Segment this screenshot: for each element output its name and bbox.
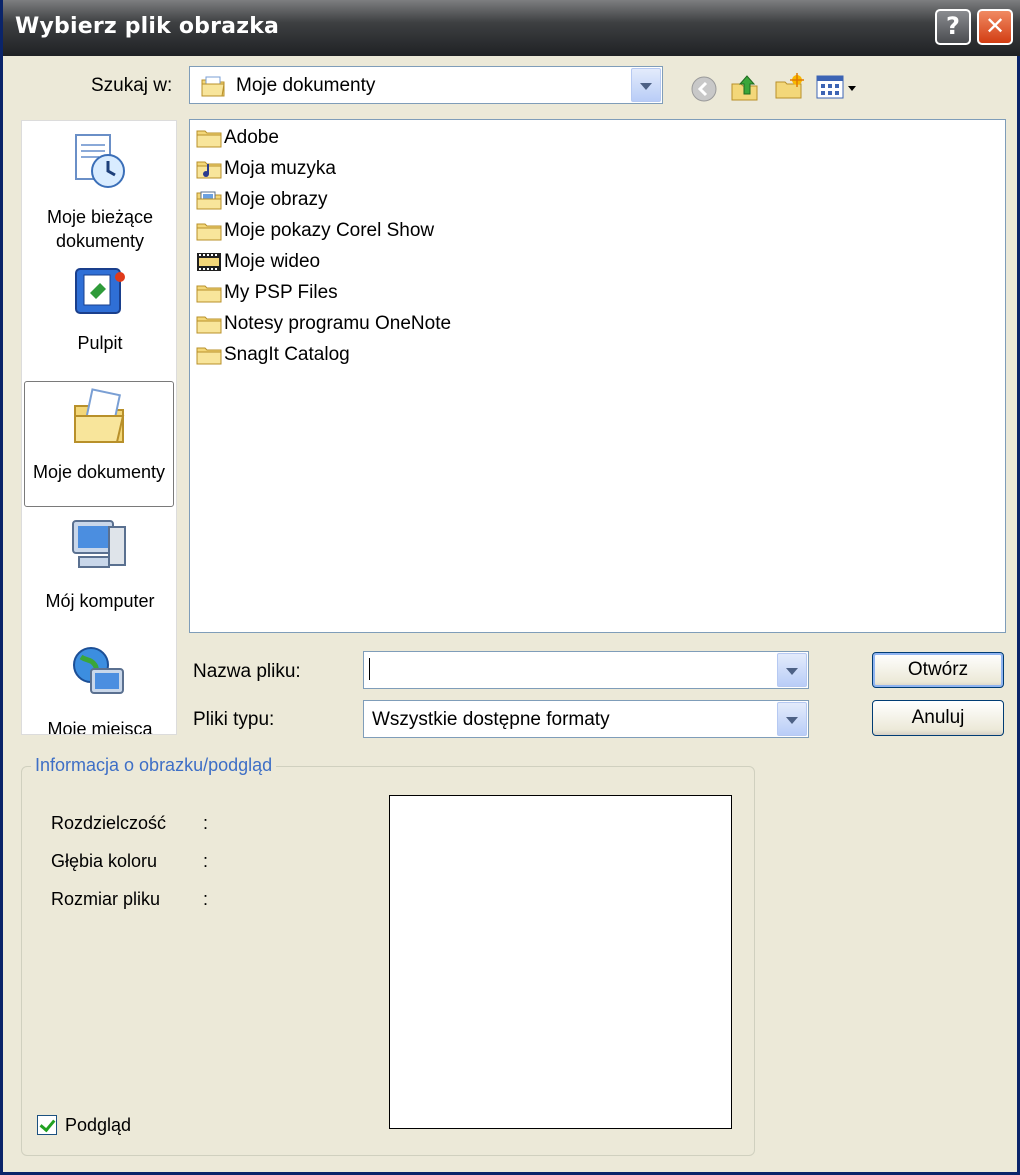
file-size-colon: : bbox=[203, 889, 209, 909]
filename-input[interactable] bbox=[363, 651, 809, 689]
help-button[interactable]: ? bbox=[935, 9, 971, 45]
preview-checkbox[interactable] bbox=[37, 1115, 57, 1135]
music-folder-icon bbox=[196, 159, 222, 179]
file-open-dialog: Wybierz plik obrazka ? ✕ Szukaj w: Moje … bbox=[0, 0, 1020, 1175]
new-folder-icon[interactable] bbox=[773, 72, 805, 108]
file-list[interactable]: Adobe Moja muzyka Moje obrazy Moje pokaz… bbox=[189, 119, 1006, 633]
filetype-value: Wszystkie dostępne formaty bbox=[372, 709, 610, 730]
folder-icon bbox=[196, 345, 222, 365]
image-info-title: Informacja o obrazku/podgląd bbox=[31, 755, 277, 776]
place-label: Mój komputer bbox=[45, 591, 155, 611]
place-my-computer[interactable]: Mój komputer bbox=[22, 517, 176, 613]
file-size-label: Rozmiar pliku bbox=[51, 889, 161, 909]
file-name: Notesy programu OneNote bbox=[224, 313, 452, 334]
chevron-down-icon[interactable] bbox=[631, 68, 661, 102]
file-name: Moje obrazy bbox=[224, 189, 328, 210]
resolution-label: Rozdzielczość bbox=[51, 813, 167, 833]
cancel-button[interactable]: Anuluj bbox=[872, 700, 1004, 736]
file-name: Adobe bbox=[224, 127, 279, 148]
filetype-dropdown[interactable]: Wszystkie dostępne formaty bbox=[363, 700, 809, 738]
folder-icon bbox=[196, 283, 222, 303]
file-name: Moje pokazy Corel Show bbox=[224, 220, 435, 241]
places-bar: Moje bieżące dokumenty Pulpit Moje dokum… bbox=[21, 120, 177, 735]
view-menu-icon[interactable] bbox=[815, 74, 861, 106]
lookin-label: Szukaj w: bbox=[91, 75, 173, 96]
file-name: SnagIt Catalog bbox=[224, 344, 350, 365]
lookin-dropdown[interactable]: Moje dokumenty bbox=[189, 66, 663, 104]
close-button[interactable]: ✕ bbox=[977, 9, 1013, 45]
filename-label: Nazwa pliku: bbox=[193, 661, 301, 682]
place-network[interactable]: Moje miejsca bbox=[22, 645, 176, 735]
recent-documents-icon bbox=[22, 131, 176, 199]
dialog-title: Wybierz plik obrazka bbox=[15, 14, 280, 39]
place-label: Moje miejsca bbox=[47, 719, 153, 735]
place-label: Moje bieżące dokumenty bbox=[46, 207, 154, 251]
desktop-icon bbox=[22, 263, 176, 325]
file-name: My PSP Files bbox=[224, 282, 338, 303]
folder-icon bbox=[196, 314, 222, 334]
chevron-down-icon[interactable] bbox=[777, 702, 807, 736]
chevron-down-icon[interactable] bbox=[777, 653, 807, 687]
video-folder-icon bbox=[196, 252, 222, 272]
resolution-colon: : bbox=[203, 813, 209, 833]
place-recent-documents[interactable]: Moje bieżące dokumenty bbox=[22, 131, 176, 253]
folder-icon bbox=[196, 221, 222, 241]
pictures-folder-icon bbox=[196, 190, 222, 210]
filetype-label: Pliki typu: bbox=[193, 709, 275, 730]
lookin-value: Moje dokumenty bbox=[236, 75, 376, 96]
place-label: Pulpit bbox=[77, 333, 123, 353]
place-label: Moje dokumenty bbox=[32, 462, 166, 482]
my-documents-icon bbox=[25, 388, 173, 454]
open-button[interactable]: Otwórz bbox=[872, 652, 1004, 688]
network-places-icon bbox=[22, 645, 176, 711]
preview-checkbox-label[interactable]: Podgląd bbox=[65, 1115, 131, 1136]
up-folder-icon[interactable] bbox=[729, 72, 761, 108]
my-documents-small-icon bbox=[200, 74, 226, 102]
place-my-documents[interactable]: Moje dokumenty bbox=[24, 381, 174, 507]
text-cursor bbox=[369, 658, 370, 680]
place-desktop[interactable]: Pulpit bbox=[22, 263, 176, 355]
title-bar[interactable]: Wybierz plik obrazka ? ✕ bbox=[3, 0, 1020, 56]
file-name: Moje wideo bbox=[224, 251, 321, 272]
color-depth-label: Głębia koloru bbox=[51, 851, 158, 871]
back-icon[interactable] bbox=[689, 74, 719, 108]
folder-icon bbox=[196, 128, 222, 148]
image-preview bbox=[389, 795, 732, 1129]
color-depth-colon: : bbox=[203, 851, 209, 871]
file-name: Moja muzyka bbox=[224, 158, 336, 179]
my-computer-icon bbox=[22, 517, 176, 583]
